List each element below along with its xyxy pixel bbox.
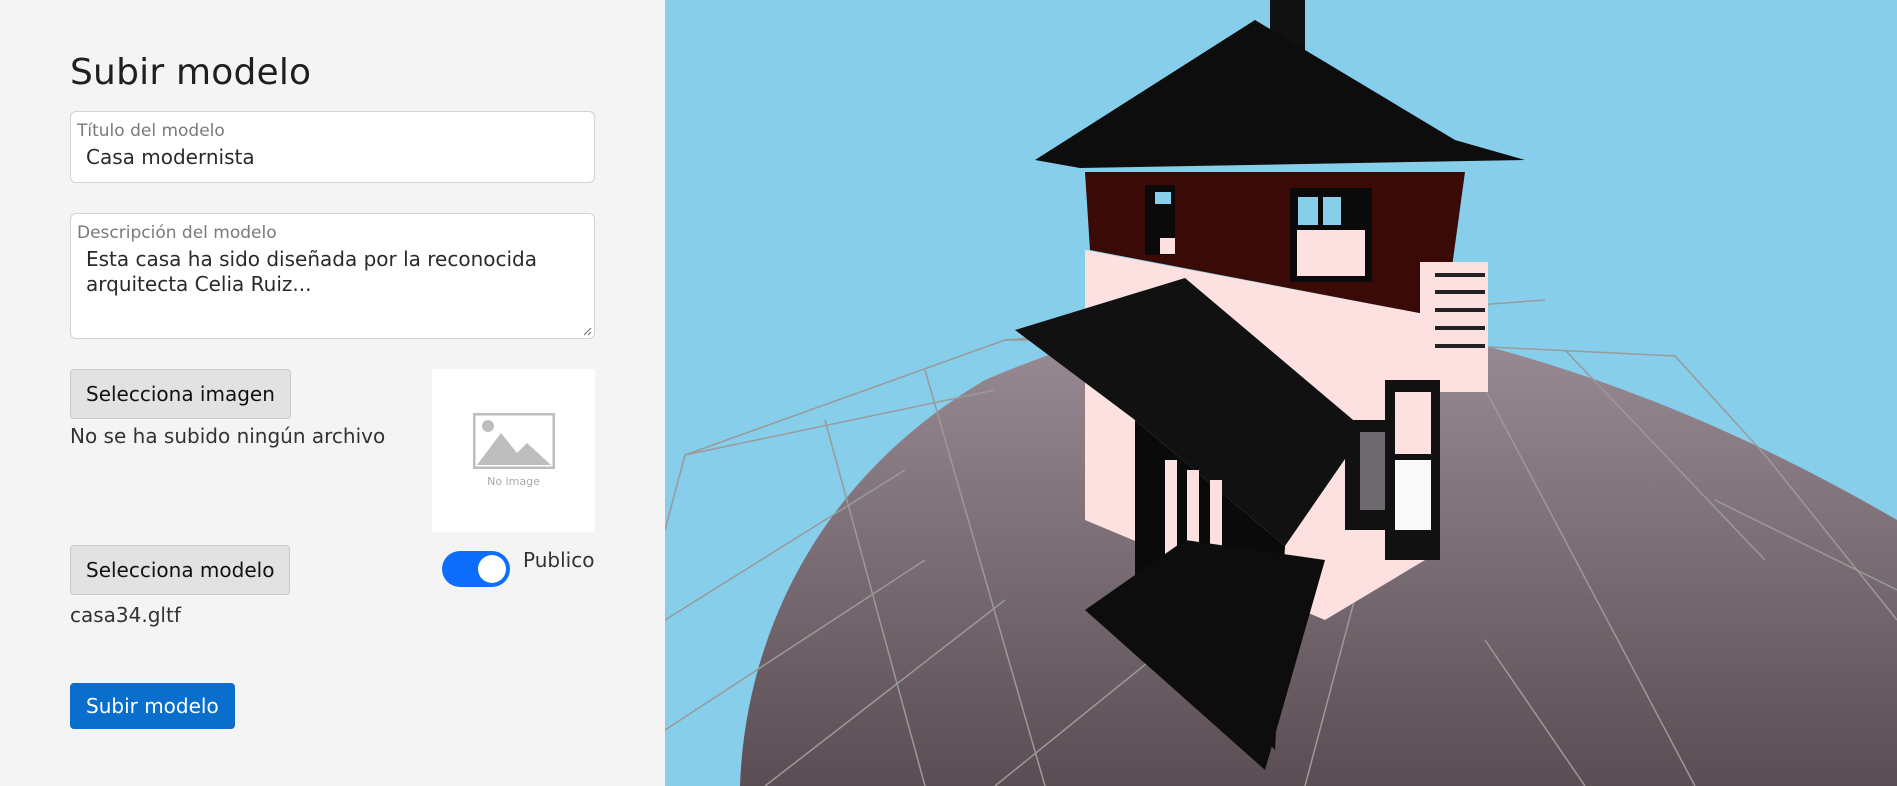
image-row: Selecciona imagen No se ha subido ningún… xyxy=(70,369,595,549)
submit-model-button[interactable]: Subir modelo xyxy=(70,683,235,729)
viewer-canvas[interactable] xyxy=(665,0,1897,786)
model-title-field[interactable]: Título del modelo Casa modernista xyxy=(70,111,595,183)
app: Subir modelo Título del modelo Casa mode… xyxy=(0,0,1897,786)
model-viewer[interactable] xyxy=(665,0,1897,786)
model-filename: casa34.gltf xyxy=(70,603,181,627)
select-model-button[interactable]: Selecciona modelo xyxy=(70,545,291,595)
upload-panel: Subir modelo Título del modelo Casa mode… xyxy=(0,0,665,786)
public-toggle-label: Publico xyxy=(523,548,595,572)
preview-placeholder-text: No image xyxy=(487,475,540,488)
image-placeholder-icon xyxy=(472,413,555,469)
image-preview: No image xyxy=(432,369,595,532)
select-image-button[interactable]: Selecciona imagen xyxy=(70,369,291,419)
model-description-field[interactable]: Descripción del modelo Esta casa ha sido… xyxy=(70,213,595,339)
model-title-value[interactable]: Casa modernista xyxy=(86,145,255,169)
resize-grip-icon[interactable] xyxy=(582,326,592,336)
model-description-label: Descripción del modelo xyxy=(77,223,277,243)
model-title-label: Título del modelo xyxy=(77,121,225,141)
image-upload-status: No se ha subido ningún archivo xyxy=(70,424,386,448)
page-title: Subir modelo xyxy=(70,52,312,93)
public-toggle[interactable] xyxy=(442,551,510,587)
toggle-knob xyxy=(478,555,506,583)
model-row: Selecciona modelo casa34.gltf Publico xyxy=(70,545,595,675)
model-description-value[interactable]: Esta casa ha sido diseñada por la recono… xyxy=(86,247,566,297)
